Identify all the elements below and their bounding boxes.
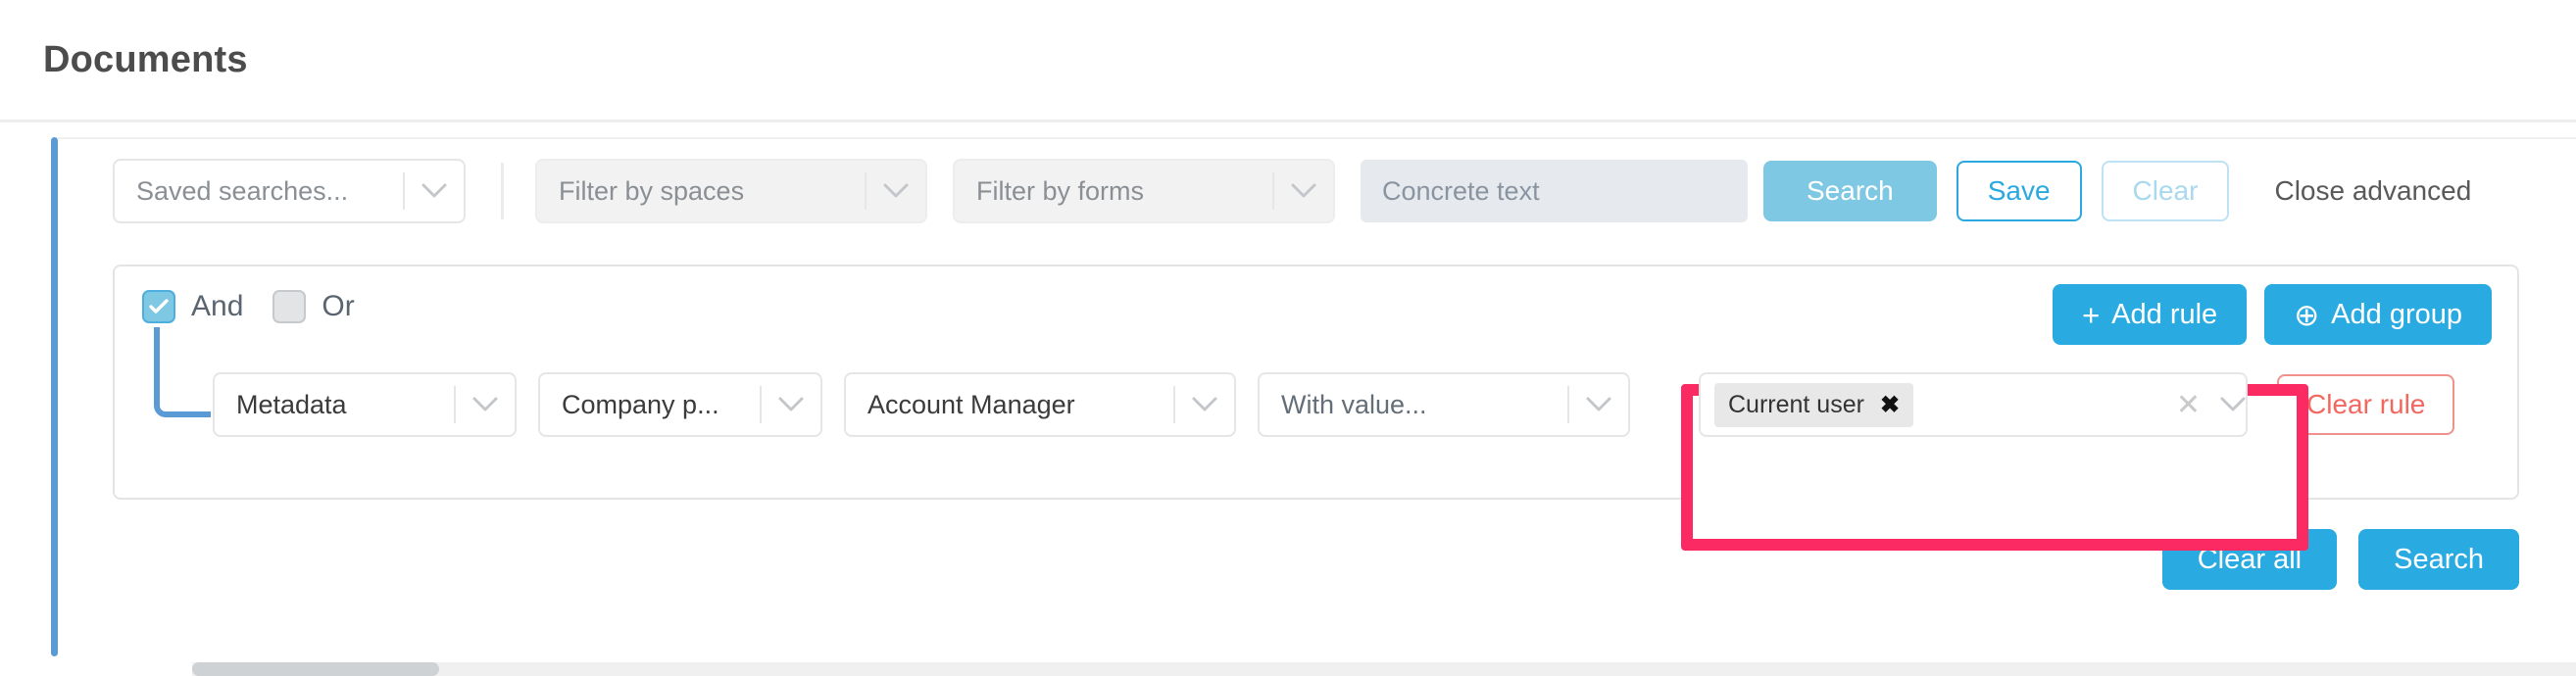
chevron-down-icon[interactable]	[405, 183, 464, 199]
rule-value-multiselect[interactable]: Current user ✖ ✕	[1699, 372, 2248, 437]
filter-by-forms-dropdown[interactable]: Filter by forms	[953, 159, 1335, 223]
rule-operator-dropdown[interactable]: With value...	[1258, 372, 1630, 437]
value-tag[interactable]: Current user ✖	[1714, 383, 1913, 427]
advanced-search-panel: Saved searches... Filter by spaces Filte…	[51, 137, 2576, 676]
horizontal-scrollbar-thumb[interactable]	[192, 662, 439, 676]
close-icon[interactable]: ✖	[1880, 391, 1900, 419]
page-header: Documents	[0, 0, 2576, 122]
add-group-button[interactable]: ⊕ Add group	[2264, 284, 2492, 345]
check-icon	[149, 299, 169, 314]
rule-row: Metadata Company p... Account Manager	[213, 372, 2494, 437]
save-button[interactable]: Save	[1957, 161, 2082, 221]
group-action-buttons: + Add rule ⊕ Add group	[2035, 284, 2492, 345]
and-label: And	[191, 290, 243, 323]
chevron-down-icon[interactable]	[762, 397, 820, 412]
plus-icon: +	[2082, 300, 2100, 330]
add-group-label: Add group	[2331, 299, 2462, 331]
concrete-text-input[interactable]	[1361, 160, 1748, 222]
horizontal-scrollbar-track[interactable]	[192, 662, 2576, 676]
add-rule-label: Add rule	[2111, 299, 2217, 331]
saved-searches-label: Saved searches...	[115, 176, 403, 207]
rule-attribute-label: Account Manager	[846, 390, 1173, 420]
toolbar-divider	[501, 163, 504, 219]
search-button-bottom[interactable]: Search	[2358, 529, 2519, 590]
rule-form-label: Company p...	[540, 390, 760, 420]
and-checkbox[interactable]	[142, 290, 175, 323]
chevron-down-icon[interactable]	[1274, 183, 1333, 199]
rule-form-dropdown[interactable]: Company p...	[538, 372, 822, 437]
advanced-search-body: Saved searches... Filter by spaces Filte…	[58, 137, 2576, 676]
filter-by-spaces-dropdown[interactable]: Filter by spaces	[535, 159, 927, 223]
group-conjunction-selector: And Or	[142, 290, 384, 323]
panel-accent-bar	[51, 137, 58, 656]
chevron-down-icon[interactable]	[867, 183, 925, 199]
rule-field-type-dropdown[interactable]: Metadata	[213, 372, 517, 437]
clear-selection-icon[interactable]: ✕	[2156, 388, 2220, 422]
page-title: Documents	[43, 39, 248, 81]
clear-button[interactable]: Clear	[2102, 161, 2230, 221]
rule-connector-line	[154, 327, 211, 417]
add-rule-button[interactable]: + Add rule	[2053, 284, 2247, 345]
rule-operator-label: With value...	[1260, 390, 1567, 420]
rule-attribute-dropdown[interactable]: Account Manager	[844, 372, 1236, 437]
circled-plus-icon: ⊕	[2294, 300, 2319, 330]
chevron-down-icon[interactable]	[456, 397, 515, 412]
value-tag-label: Current user	[1728, 391, 1864, 419]
chevron-down-icon[interactable]	[1175, 397, 1234, 412]
saved-searches-dropdown[interactable]: Saved searches...	[113, 159, 466, 223]
rule-field-type-label: Metadata	[215, 390, 454, 420]
chevron-down-icon[interactable]	[2220, 397, 2246, 412]
chevron-down-icon[interactable]	[1569, 397, 1628, 412]
search-button-top[interactable]: Search	[1763, 161, 1937, 221]
filter-by-spaces-label: Filter by spaces	[537, 176, 865, 207]
or-checkbox[interactable]	[272, 290, 306, 323]
clear-rule-button[interactable]: Clear rule	[2277, 374, 2454, 435]
search-toolbar: Saved searches... Filter by spaces Filte…	[58, 139, 2576, 214]
filter-by-forms-label: Filter by forms	[955, 176, 1272, 207]
close-advanced-link[interactable]: Close advanced	[2274, 175, 2471, 207]
or-label: Or	[322, 290, 354, 323]
